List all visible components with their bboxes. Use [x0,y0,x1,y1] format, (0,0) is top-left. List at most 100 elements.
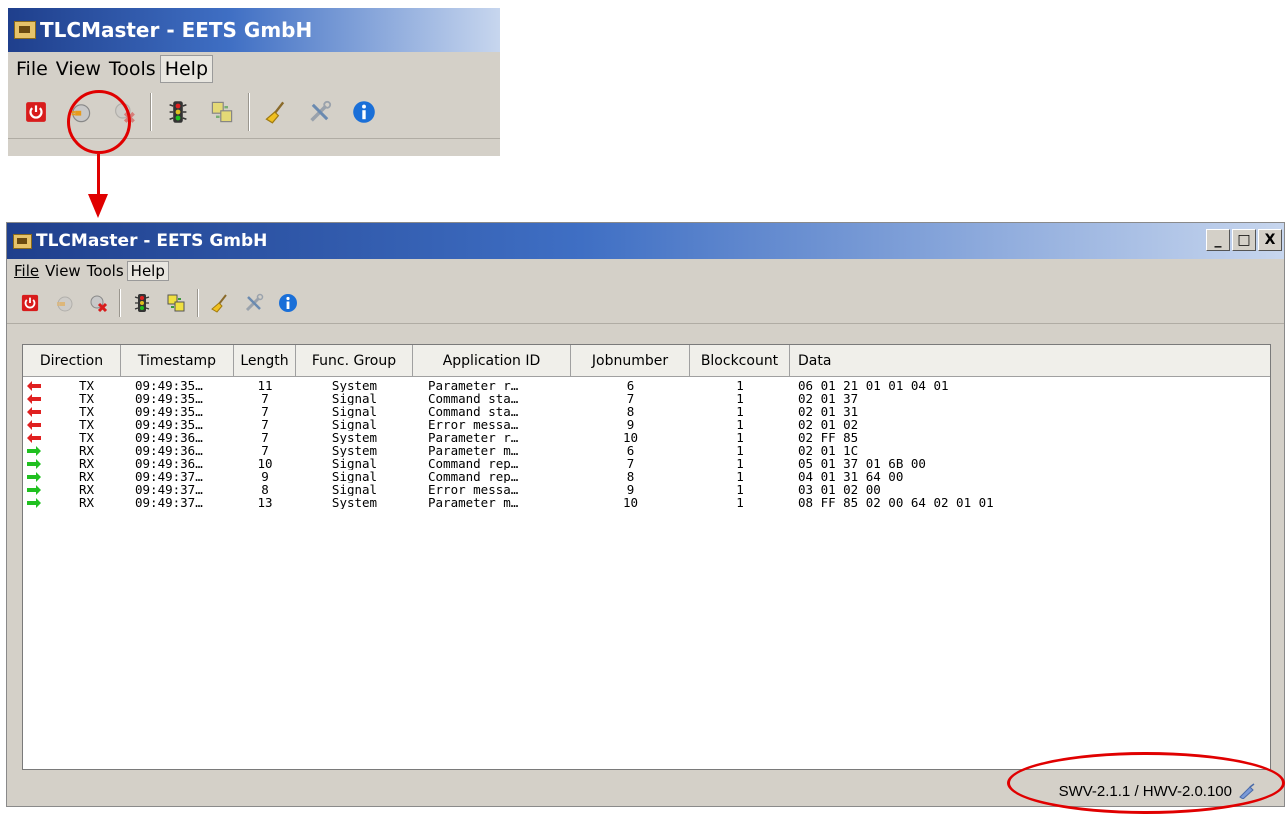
data-cell: 03 01 02 00 [798,483,881,496]
length-cell: 7 [261,405,269,418]
toolbar [7,283,1284,324]
power-icon [25,101,47,123]
application-id-cell: Command sta… [428,392,519,405]
arrow-right-icon [27,458,41,469]
application-id-cell: Parameter r… [428,379,519,392]
column-header-data[interactable]: Data [790,345,1270,376]
column-header-func-group[interactable]: Func. Group [296,345,413,376]
zoomed-menu-bar: File View Tools Help [8,52,500,86]
message-list[interactable]: Direction Timestamp Length Func. Group A… [22,344,1271,770]
application-id-cell: Parameter m… [428,444,519,457]
direction-cell: TX [23,418,121,431]
window-controls: _ □ X [1206,229,1282,251]
power-button[interactable] [13,286,47,320]
timestamp-cell: 09:49:35… [135,418,203,431]
settings-button[interactable] [298,90,342,134]
table-row[interactable]: RX 09:49:36… 10 Signal Command rep… 7 1 05 01 3… [23,457,1270,470]
arrow-left-icon [27,393,41,404]
table-row[interactable]: TX 09:49:35… 7 Signal Command sta… 8 1 02 01 31 [23,405,1270,418]
direction-cell: RX [23,470,121,483]
table-row[interactable]: TX 09:49:35… 7 Signal Command sta… 7 1 02 01 37 [23,392,1270,405]
data-cell: 02 FF 85 [798,431,859,444]
func-group-cell: Signal [331,483,378,496]
jobnumber-cell: 7 [626,392,635,405]
jobnumber-cell: 9 [626,418,635,431]
direction-value: TX [79,379,95,392]
data-cell: 02 01 1C [798,444,859,457]
arrow-left-icon [27,432,41,443]
tools-icon [244,293,264,313]
traffic-light-icon [132,293,152,313]
jobnumber-cell: 6 [626,444,635,457]
close-button[interactable]: X [1258,229,1282,251]
info-button[interactable] [271,286,305,320]
power-button[interactable] [14,90,58,134]
table-row[interactable]: TX 09:49:35… 7 Signal Error messa… 9 1 02 01 02 [23,418,1270,431]
info-button[interactable] [342,90,386,134]
zoomed-window-title: TLCMaster - EETS GmbH [40,18,313,42]
direction-value: RX [79,444,95,457]
minimize-button[interactable]: _ [1206,229,1230,251]
transfer-button[interactable] [159,286,193,320]
menu-view[interactable]: View [52,56,105,82]
clear-button[interactable] [254,90,298,134]
data-cell: 06 01 21 01 01 04 01 [798,379,949,392]
direction-value: TX [79,392,95,405]
maximize-button[interactable]: □ [1232,229,1256,251]
direction-cell: TX [23,431,121,444]
timestamp-cell: 09:49:36… [135,431,203,444]
direction-value: TX [79,431,95,444]
column-header-timestamp[interactable]: Timestamp [121,345,234,376]
connect-button[interactable] [47,286,81,320]
menu-file[interactable]: File [11,262,42,280]
table-row[interactable]: TX 09:49:35… 11 System Parameter r… 6 1 06 01 2… [23,379,1270,392]
timestamp-cell: 09:49:37… [135,483,203,496]
length-cell: 11 [257,379,273,392]
table-row[interactable]: RX 09:49:37… 8 Signal Error messa… 9 1 03 01 02… [23,483,1270,496]
data-cell: 04 01 31 64 00 [798,470,904,483]
jobnumber-cell: 8 [626,470,635,483]
menu-view[interactable]: View [42,262,84,280]
application-id-cell: Command rep… [428,470,519,483]
menu-help[interactable]: Help [159,55,214,83]
traffic-light-button[interactable] [156,90,200,134]
settings-button[interactable] [237,286,271,320]
traffic-light-button[interactable] [125,286,159,320]
blockcount-cell: 1 [736,470,744,483]
disconnect-button[interactable] [81,286,115,320]
transfer-icon [210,100,234,124]
blockcount-cell: 1 [736,431,744,444]
connect-icon [54,293,74,313]
length-cell: 7 [261,444,269,457]
menu-help[interactable]: Help [126,261,169,281]
toolbar-separator [150,93,152,131]
timestamp-cell: 09:49:35… [135,392,203,405]
table-row[interactable]: RX 09:49:37… 9 Signal Command rep… 8 1 04 01 31… [23,470,1270,483]
table-row[interactable]: TX 09:49:36… 7 System Parameter r… 10 1 02 FF 8… [23,431,1270,444]
zoomed-title-bar: TLCMaster - EETS GmbH [8,8,500,52]
application-id-cell: Command rep… [428,457,519,470]
column-header-jobnumber[interactable]: Jobnumber [571,345,690,376]
menu-tools[interactable]: Tools [105,56,160,82]
direction-value: RX [79,496,95,509]
arrow-left-icon [27,406,41,417]
app-icon [13,233,32,249]
menu-file[interactable]: File [12,56,52,82]
blockcount-cell: 1 [736,418,744,431]
application-id-cell: Command sta… [428,405,519,418]
direction-cell: RX [23,457,121,470]
column-header-application-id[interactable]: Application ID [413,345,571,376]
table-row[interactable]: RX 09:49:37… 13 System Parameter m… 10 1 08 FF … [23,496,1270,509]
clear-button[interactable] [203,286,237,320]
length-cell: 7 [261,431,269,444]
menu-tools[interactable]: Tools [84,262,127,280]
table-row[interactable]: RX 09:49:36… 7 System Parameter m… 6 1 02 01 1C [23,444,1270,457]
column-header-direction[interactable]: Direction [23,345,121,376]
length-cell: 7 [261,418,269,431]
column-header-blockcount[interactable]: Blockcount [690,345,790,376]
transfer-button[interactable] [200,90,244,134]
timestamp-cell: 09:49:37… [135,470,203,483]
column-header-length[interactable]: Length [234,345,296,376]
application-id-cell: Error messa… [428,418,519,431]
jobnumber-cell: 10 [622,496,639,509]
